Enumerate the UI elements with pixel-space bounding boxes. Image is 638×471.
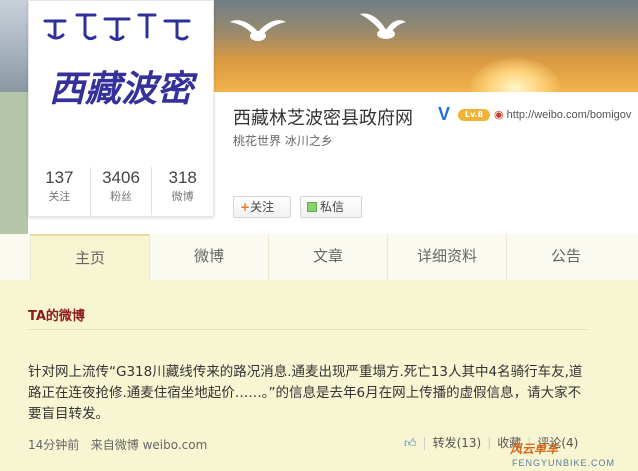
plus-icon: + bbox=[240, 200, 251, 214]
stat-following[interactable]: 137 关注 bbox=[29, 167, 91, 215]
level-badge[interactable]: Lv.8 bbox=[458, 109, 490, 121]
tibetan-script-logo: 西藏波密 bbox=[43, 13, 198, 110]
tab-weibo[interactable]: 微博 bbox=[149, 234, 268, 280]
header-left-strip bbox=[0, 92, 28, 234]
avatar[interactable]: 西藏波密 137 关注 3406 粉丝 318 微博 bbox=[28, 0, 214, 217]
repost-link[interactable]: 转发(13) bbox=[433, 436, 482, 450]
stat-value: 3406 bbox=[102, 168, 140, 187]
link-icon: ◉ bbox=[494, 109, 504, 121]
profile-bio: 桃花世界 冰川之乡 bbox=[233, 134, 333, 148]
message-button[interactable]: 私信 bbox=[300, 196, 362, 218]
sunset-glow bbox=[470, 58, 560, 92]
profile-url-text[interactable]: http://weibo.com/bomigov bbox=[507, 109, 632, 121]
message-label: 私信 bbox=[320, 200, 345, 214]
post-source[interactable]: weibo.com bbox=[143, 438, 208, 452]
stat-label: 粉丝 bbox=[110, 190, 132, 203]
tab-articles[interactable]: 文章 bbox=[268, 234, 387, 280]
divider: | bbox=[487, 436, 492, 450]
post-time[interactable]: 14分钟前 bbox=[28, 438, 79, 452]
like-icon[interactable]: 👍︎ bbox=[404, 436, 417, 450]
divider bbox=[28, 329, 588, 330]
message-icon bbox=[307, 202, 317, 212]
divider: | bbox=[422, 436, 427, 450]
post-meta: 14分钟前 来自微博 weibo.com bbox=[28, 436, 207, 453]
watermark-brand: 风云单车 bbox=[510, 442, 559, 456]
stat-posts[interactable]: 318 微博 bbox=[152, 167, 213, 215]
stat-value: 137 bbox=[45, 168, 74, 187]
avatar-calligraphy: 西藏波密 bbox=[49, 68, 198, 110]
stat-followers[interactable]: 3406 粉丝 bbox=[91, 167, 153, 215]
tab-details[interactable]: 详细资料 bbox=[387, 234, 506, 280]
stat-label: 微博 bbox=[171, 190, 194, 203]
tab-announcements[interactable]: 公告 bbox=[506, 234, 625, 280]
dove-icon bbox=[360, 13, 406, 39]
tab-home[interactable]: 主页 bbox=[30, 234, 149, 282]
dove-icon bbox=[230, 20, 286, 41]
verified-icon[interactable]: V bbox=[438, 104, 450, 125]
post-text: 针对网上流传“G318川藏线传来的路况消息.通麦出现严重塌方.死亡13人其中4名… bbox=[28, 364, 583, 422]
profile-tabs: 主页 微博 文章 详细资料 公告 bbox=[30, 234, 638, 282]
section-title: TA的微博 bbox=[28, 309, 85, 324]
avatar-logo: 西藏波密 bbox=[35, 3, 207, 155]
watermark-logo: 风云单车 bbox=[510, 440, 558, 457]
profile-name: 西藏林芝波密县政府网 bbox=[233, 108, 413, 128]
watermark-domain: FENGYUNBIKE.COM bbox=[512, 458, 616, 468]
profile-stats: 137 关注 3406 粉丝 318 微博 bbox=[29, 167, 213, 215]
profile-url[interactable]: ◉ http://weibo.com/bomigov bbox=[494, 108, 631, 121]
follow-button[interactable]: +关注 bbox=[233, 196, 291, 218]
follow-label: 关注 bbox=[250, 200, 275, 214]
stat-value: 318 bbox=[168, 168, 197, 187]
post-source-prefix: 来自微博 bbox=[90, 438, 139, 452]
stat-label: 关注 bbox=[48, 190, 71, 203]
